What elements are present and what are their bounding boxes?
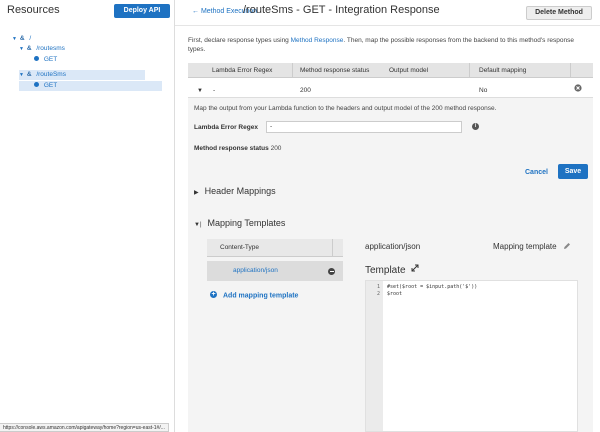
resources-title: Resources (7, 4, 60, 16)
code-line[interactable]: #set($root = $input.path('$')) (387, 284, 477, 290)
row-status: 200 (300, 87, 311, 94)
resources-panel: Resources Deploy API ▼ & / ▼ & /routesms… (0, 0, 174, 432)
tree-item-label: GET (43, 82, 58, 89)
pencil-icon[interactable] (563, 242, 571, 250)
row-default-mapping: No (479, 87, 488, 94)
table-row[interactable]: ▼ - 200 No (188, 84, 593, 98)
status-label: Method response status (194, 145, 269, 152)
main-panel: ← Method Execution /routeSms - GET - Int… (175, 0, 600, 432)
method-icon (34, 55, 39, 61)
add-template-label: Add mapping template (223, 292, 299, 300)
resource-icon: & (19, 35, 25, 42)
tree-item-routeSms[interactable]: ▼ & /routeSms (19, 70, 145, 80)
section-title: Header Mappings (204, 186, 276, 196)
intro-text-part: First, declare response types using (188, 37, 291, 44)
detail-description: Map the output from your Lambda function… (194, 105, 497, 112)
expand-triangle-icon[interactable]: ▼ (19, 70, 25, 80)
remove-template-icon[interactable] (328, 268, 335, 275)
mapping-templates-section[interactable]: ▼| Mapping Templates (194, 218, 285, 228)
delete-method-button[interactable]: Delete Method (526, 6, 592, 20)
status-value: 200 (270, 145, 282, 152)
page-title: /routeSms - GET - Integration Response (243, 4, 440, 16)
mapping-template-selector[interactable]: Mapping template (493, 242, 571, 251)
method-icon (34, 81, 39, 87)
tree-item-routesms-get[interactable]: GET (34, 55, 57, 65)
content-type-label: application/json (233, 267, 278, 274)
column-header: Method response status (300, 67, 370, 74)
template-code-editor[interactable]: 1 #set($root = $input.path('$')) 2 $root (365, 280, 578, 432)
tree-item-routeSms-get[interactable]: GET (19, 81, 162, 91)
content-type-header: Content-Type (207, 239, 343, 257)
resource-icon: & (26, 45, 32, 52)
tree-item-root[interactable]: ▼ & / (12, 34, 31, 44)
tree-item-label: / (29, 35, 32, 42)
back-arrow-icon: ← (192, 8, 199, 15)
cancel-link[interactable]: Cancel (525, 169, 548, 176)
column-divider (570, 63, 571, 78)
remove-response-icon[interactable] (574, 84, 582, 98)
method-response-status: Method response status 200 (194, 145, 281, 152)
mapping-template-label: Mapping template (493, 242, 557, 251)
line-number: 1 (376, 284, 380, 290)
method-response-link[interactable]: Method Response (291, 37, 344, 44)
section-title: Mapping Templates (207, 218, 286, 228)
tree-item-label: /routeSms (36, 71, 66, 78)
template-label: Template (365, 265, 406, 276)
expand-triangle-icon[interactable]: ▼ (12, 34, 18, 44)
line-number-gutter (366, 281, 383, 431)
save-button[interactable]: Save (558, 164, 588, 179)
info-icon[interactable]: i (472, 123, 479, 130)
column-header: Lambda Error Regex (212, 67, 273, 74)
page-header: ← Method Execution /routeSms - GET - Int… (175, 0, 600, 26)
code-line[interactable]: $root (387, 291, 402, 297)
column-divider (292, 63, 293, 78)
plus-icon: + (210, 291, 217, 298)
collapse-row-icon[interactable]: ▼ (197, 84, 203, 98)
row-regex: - (213, 87, 216, 94)
regex-label: Lambda Error Regex (194, 124, 258, 131)
responses-table-header: Lambda Error Regex Method response statu… (188, 63, 593, 78)
expand-triangle-icon[interactable]: ▼ (19, 44, 25, 54)
tree-item-routesms[interactable]: ▼ & /routesms (19, 44, 65, 54)
tree-item-label: GET (43, 56, 58, 63)
status-bar-url: https://console.aws.amazon.com/apigatewa… (0, 423, 169, 432)
header-mappings-section[interactable]: ▶ Header Mappings (194, 186, 276, 196)
column-divider (469, 63, 470, 78)
response-detail-panel: Map the output from your Lambda function… (188, 98, 593, 432)
resource-icon: & (26, 71, 32, 78)
column-divider (332, 239, 333, 257)
tree-item-label: /routesms (36, 45, 65, 52)
add-mapping-template-button[interactable]: + Add mapping template (210, 291, 299, 300)
deploy-api-button[interactable]: Deploy API (114, 4, 170, 18)
content-type-item[interactable]: application/json (207, 261, 343, 281)
lambda-error-regex-input[interactable]: - (266, 121, 462, 133)
expand-triangle-icon[interactable]: ▶ (194, 190, 199, 196)
column-header: Default mapping (479, 67, 527, 74)
template-heading: Template (365, 264, 419, 276)
expand-editor-icon[interactable] (411, 264, 419, 272)
line-number: 2 (376, 291, 380, 297)
content-type-column-label: Content-Type (220, 244, 260, 251)
collapse-triangle-icon[interactable]: ▼| (194, 222, 202, 228)
selected-content-type: application/json (365, 242, 421, 251)
column-header: Output model (389, 67, 429, 74)
intro-text: First, declare response types using Meth… (188, 36, 593, 54)
